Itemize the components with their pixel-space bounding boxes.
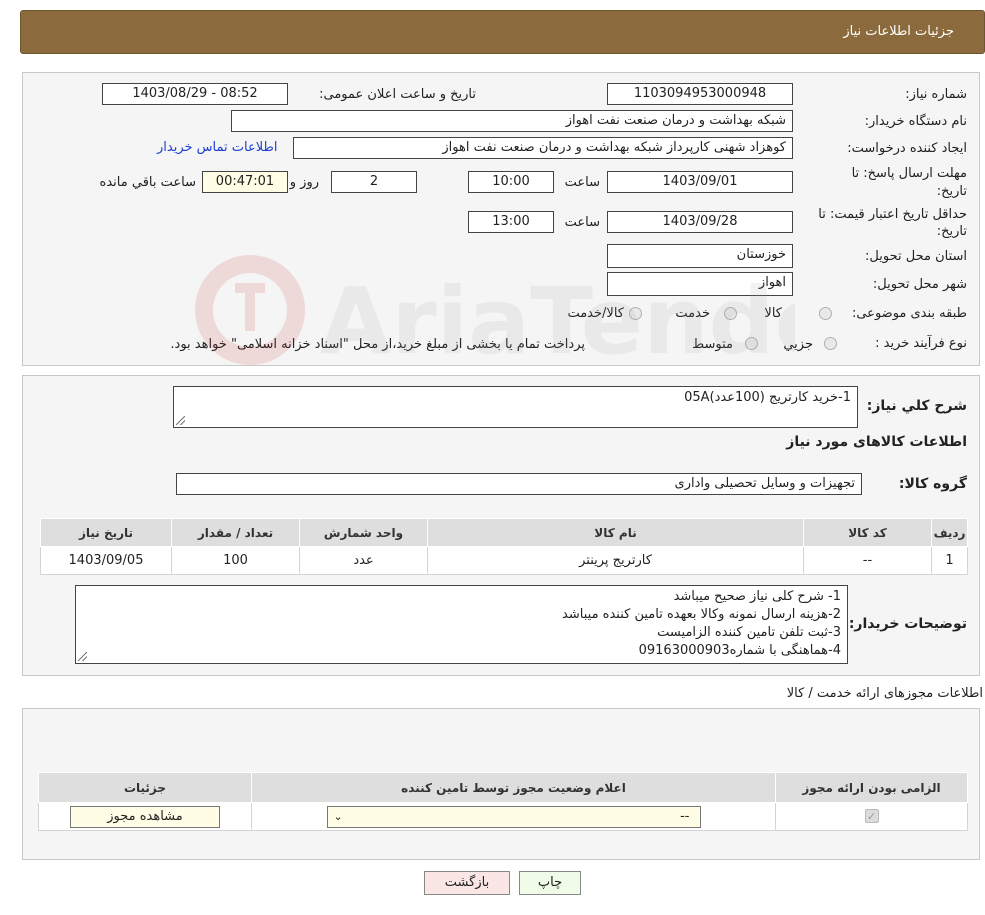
need-number-label: شماره نیاز:	[905, 87, 967, 102]
creator-field: کوهزاد شهنی کارپرداز شبکه بهداشت و درمان…	[293, 137, 793, 159]
permit-status-select[interactable]: -- ⌄	[326, 805, 701, 828]
cell-permit-required: ✓	[775, 802, 968, 831]
cell-row: 1	[931, 546, 968, 575]
deadline-time-label: ساعت	[564, 175, 600, 190]
goods-group-field: تجهیزات و وسایل تحصیلی واداری	[176, 473, 862, 495]
category-option-service: خدمت	[675, 306, 710, 321]
page-title: جزئیات اطلاعات نیاز	[843, 24, 954, 39]
remaining-label: ساعت باقي مانده	[99, 175, 196, 190]
col-code: کد کالا	[803, 518, 932, 547]
validity-date-field: 1403/09/28	[607, 211, 793, 233]
col-qty: تعداد / مقدار	[171, 518, 300, 547]
buyer-note-line: 4-هماهنگی با شماره09163000903	[638, 643, 841, 658]
days-label: روز و	[289, 175, 319, 190]
city-field: اهواز	[607, 272, 793, 296]
province-field: خوزستان	[607, 244, 793, 268]
validity-label-date: تاریخ:	[936, 224, 967, 239]
col-permit-status: اعلام وضعیت مجوز توسط تامین کننده	[251, 772, 776, 803]
summary-text: 1-خرید کارتریج (100عدد)05A	[173, 386, 858, 428]
deadline-date-field: 1403/09/01	[607, 171, 793, 193]
col-unit: واحد شمارش	[299, 518, 428, 547]
cell-qty: 100	[171, 546, 300, 575]
col-permit-required: الزامی بودن ارائه مجوز	[775, 772, 968, 803]
category-radio-service[interactable]	[724, 307, 737, 320]
need-number-field: 1103094953000948	[607, 83, 793, 105]
category-option-goods: کالا	[764, 306, 782, 321]
col-date: تاریخ نیاز	[40, 518, 172, 547]
resize-grip-icon[interactable]	[176, 416, 185, 425]
announce-field: 1403/08/29 - 08:52	[102, 83, 288, 105]
category-label: طبقه بندی موضوعی:	[851, 306, 967, 321]
permits-table: الزامی بودن ارائه مجوز اعلام وضعیت مجوز …	[38, 772, 968, 831]
deadline-label-date: تاریخ:	[936, 184, 967, 199]
buyer-org-label: نام دستگاه خریدار:	[864, 114, 967, 129]
goods-info-title: اطلاعات کالاهای مورد نیاز	[786, 434, 967, 450]
page-header: جزئیات اطلاعات نیاز	[20, 10, 985, 54]
col-permit-details: جزئیات	[38, 772, 252, 803]
cell-code: --	[803, 546, 932, 575]
summary-text-value: 1-خرید کارتریج (100عدد)05A	[684, 390, 851, 405]
table-row: ✓ -- ⌄ مشاهده مجوز	[38, 802, 968, 831]
required-checkbox[interactable]: ✓	[864, 809, 879, 823]
summary-label: شرح کلي نیاز:	[866, 398, 967, 414]
buyer-note-line: 2-هزینه ارسال نمونه وکالا بعهده تامین کن…	[562, 607, 841, 622]
deadline-label: مهلت ارسال پاسخ: تا	[851, 166, 967, 181]
validity-time-label: ساعت	[564, 215, 600, 230]
buyer-notes: 1- شرح کلی نیاز صحیح میباشد 2-هزینه ارسا…	[75, 585, 848, 664]
category-radio-goods[interactable]	[819, 307, 832, 320]
chevron-down-icon: ⌄	[333, 809, 343, 823]
print-button[interactable]: چاپ	[519, 871, 581, 895]
view-permit-button[interactable]: مشاهده مجوز	[70, 805, 220, 828]
back-button[interactable]: بازگشت	[424, 871, 510, 895]
permit-status-value: --	[680, 808, 690, 824]
purchase-radio-minor[interactable]	[824, 337, 837, 350]
buyer-org-field: شبکه بهداشت و درمان صنعت نفت اهواز	[231, 110, 793, 132]
table-row: 1 -- کارتریج پرینتر عدد 100 1403/09/05	[40, 546, 968, 575]
col-name: نام کالا	[427, 518, 804, 547]
permits-title: اطلاعات مجوزهای ارائه خدمت / کالا	[786, 686, 983, 701]
purchase-option-minor: جزیي	[783, 337, 813, 352]
buyer-notes-label: توضیحات خریدار:	[848, 616, 967, 632]
category-radio-goods-service[interactable]	[629, 307, 642, 320]
buyer-contact-link[interactable]: اطلاعات تماس خریدار	[157, 140, 277, 155]
buyer-note-line: 1- شرح کلی نیاز صحیح میباشد	[673, 589, 841, 604]
goods-table: ردیف کد کالا نام کالا واحد شمارش تعداد /…	[40, 518, 968, 575]
cell-permit-status: -- ⌄	[251, 802, 776, 831]
creator-label: ایجاد کننده درخواست:	[847, 141, 967, 156]
category-option-goods-service: کالا/خدمت	[567, 306, 624, 321]
deadline-time-field: 10:00	[468, 171, 554, 193]
purchase-note: پرداخت تمام یا بخشی از مبلغ خرید،از محل …	[170, 337, 585, 352]
resize-grip-icon[interactable]	[78, 652, 87, 661]
col-row: ردیف	[931, 518, 968, 547]
cell-name: کارتریج پرینتر	[427, 546, 804, 575]
days-field: 2	[331, 171, 417, 193]
goods-group-label: گروه کالا:	[898, 476, 967, 492]
purchase-type-label: نوع فرآیند خرید :	[875, 336, 967, 351]
announce-label: تاریخ و ساعت اعلان عمومی:	[319, 87, 476, 102]
buyer-note-line: 3-ثبت تلفن تامین کننده الزامیست	[657, 625, 841, 640]
purchase-option-medium: متوسط	[692, 337, 733, 352]
province-label: استان محل تحویل:	[865, 249, 967, 264]
remaining-time-field: 00:47:01	[202, 171, 288, 193]
purchase-radio-medium[interactable]	[745, 337, 758, 350]
cell-permit-details: مشاهده مجوز	[38, 802, 252, 831]
validity-time-field: 13:00	[468, 211, 554, 233]
validity-label: حداقل تاریخ اعتبار قیمت: تا	[818, 207, 967, 222]
cell-date: 1403/09/05	[40, 546, 172, 575]
city-label: شهر محل تحویل:	[872, 277, 967, 292]
cell-unit: عدد	[299, 546, 428, 575]
